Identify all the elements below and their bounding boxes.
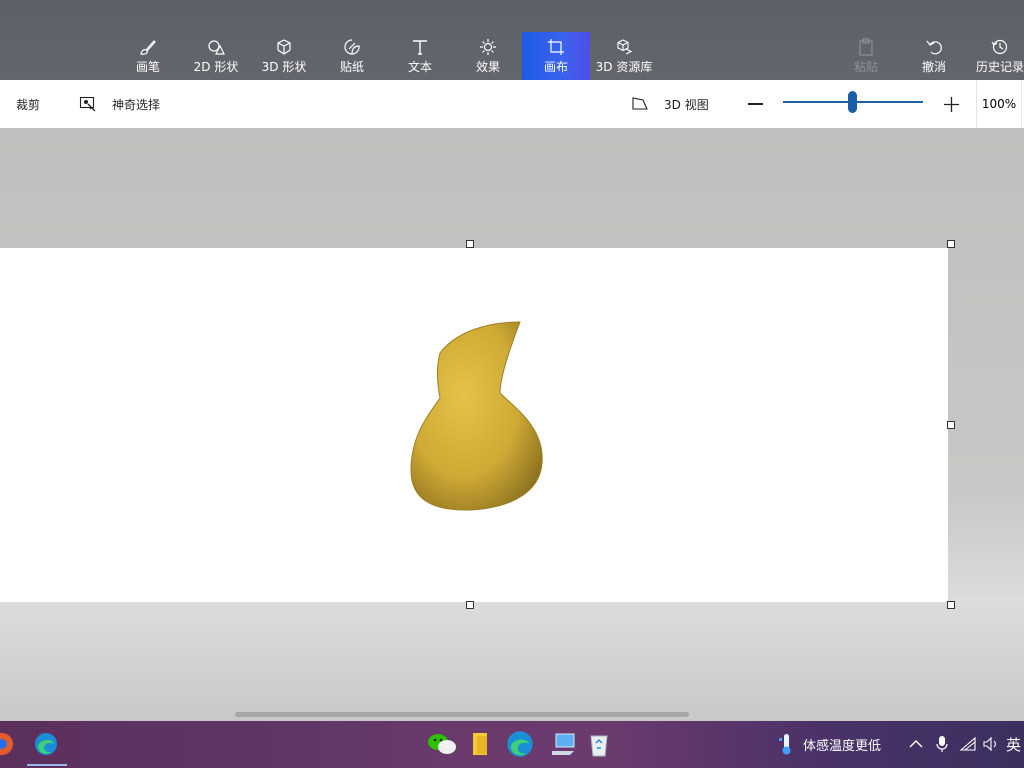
view-3d-label: 3D 视图 [664,97,709,112]
browser-icon[interactable] [0,728,18,760]
volume-icon[interactable] [979,728,1003,760]
tool-undo[interactable]: 撤消 [900,32,968,80]
plus-icon [943,96,959,112]
file-explorer-icon[interactable] [464,728,496,760]
drawing-canvas[interactable] [0,248,948,602]
tool-label: 撤消 [921,60,946,74]
zoom-value: 100% [981,97,1017,111]
tool-label: 3D 资源库 [595,60,653,74]
microphone-icon[interactable] [930,728,954,760]
resize-handle-top[interactable] [466,240,474,248]
tool-text[interactable]: 文本 [386,32,454,80]
tool-stickers[interactable]: 贴纸 [318,32,386,80]
tool-label: 文本 [407,60,432,74]
resize-handle-bottom[interactable] [466,601,474,609]
view-3d-icon [631,95,649,113]
text-icon [409,36,431,58]
zoom-out-button[interactable] [746,80,764,128]
3d-library-icon [613,36,635,58]
history-icon [989,36,1011,58]
paste-icon [855,36,877,58]
tool-history[interactable]: 历史记录 [968,32,1024,80]
ime-language-indicator[interactable]: 英 [1006,721,1021,768]
view-3d-button[interactable]: 3D 视图 [631,80,709,128]
tool-3d-library[interactable]: 3D 资源库 [590,32,658,80]
weather-thermometer-icon[interactable] [770,728,802,760]
this-pc-icon[interactable] [548,728,580,760]
tool-label: 画笔 [135,60,160,74]
zoom-value-display[interactable]: 100% [976,80,1022,128]
3d-blob-shape[interactable] [0,248,948,602]
brush-icon [137,36,159,58]
minus-icon [747,103,763,105]
shapes-2d-icon [205,36,227,58]
network-icon[interactable] [956,728,980,760]
active-app-indicator [27,764,67,766]
tool-paste[interactable]: 粘贴 [832,32,900,80]
top-ribbon: 画笔 2D 形状 3D 形状 贴纸 文本 效果 画布 3D 资源库 粘贴 撤消 … [0,0,1024,80]
undo-icon [923,36,945,58]
tool-label: 画布 [543,60,568,74]
sun-icon [477,36,499,58]
tool-label: 2D 形状 [193,60,239,74]
sticker-icon [341,36,363,58]
resize-handle-right[interactable] [947,421,955,429]
crop-button[interactable]: 裁剪 [16,80,40,128]
tool-effects[interactable]: 效果 [454,32,522,80]
magic-select-button[interactable]: 神奇选择 [79,80,160,128]
tool-label: 粘贴 [853,60,878,74]
edge-icon[interactable] [504,728,536,760]
taskbar: 体感温度更低 英 [0,721,1024,768]
wechat-icon[interactable] [426,728,458,760]
tool-brush[interactable]: 画笔 [114,32,182,80]
tool-label: 贴纸 [339,60,364,74]
canvas-subtoolbar: 裁剪 神奇选择 3D 视图 [0,80,1024,128]
magic-select-label: 神奇选择 [112,97,161,112]
weather-text[interactable]: 体感温度更低 [803,721,881,768]
tool-2d-shapes[interactable]: 2D 形状 [182,32,250,80]
magic-select-icon [79,95,97,113]
recycle-bin-icon[interactable] [583,728,615,760]
tool-label: 效果 [475,60,500,74]
tool-label: 3D 形状 [261,60,307,74]
chevron-up-icon[interactable] [904,728,928,760]
resize-handle-top-right[interactable] [947,240,955,248]
tool-label: 历史记录 [975,60,1024,74]
zoom-slider-thumb[interactable] [848,91,857,113]
tool-3d-shapes[interactable]: 3D 形状 [250,32,318,80]
zoom-in-button[interactable] [942,80,960,128]
crop-canvas-icon [545,36,567,58]
resize-handle-bottom-right[interactable] [947,601,955,609]
horizontal-scrollbar[interactable] [235,712,689,717]
edge-icon[interactable] [30,728,62,760]
crop-label: 裁剪 [16,97,41,112]
cube-icon [273,36,295,58]
tool-canvas[interactable]: 画布 [522,32,590,80]
